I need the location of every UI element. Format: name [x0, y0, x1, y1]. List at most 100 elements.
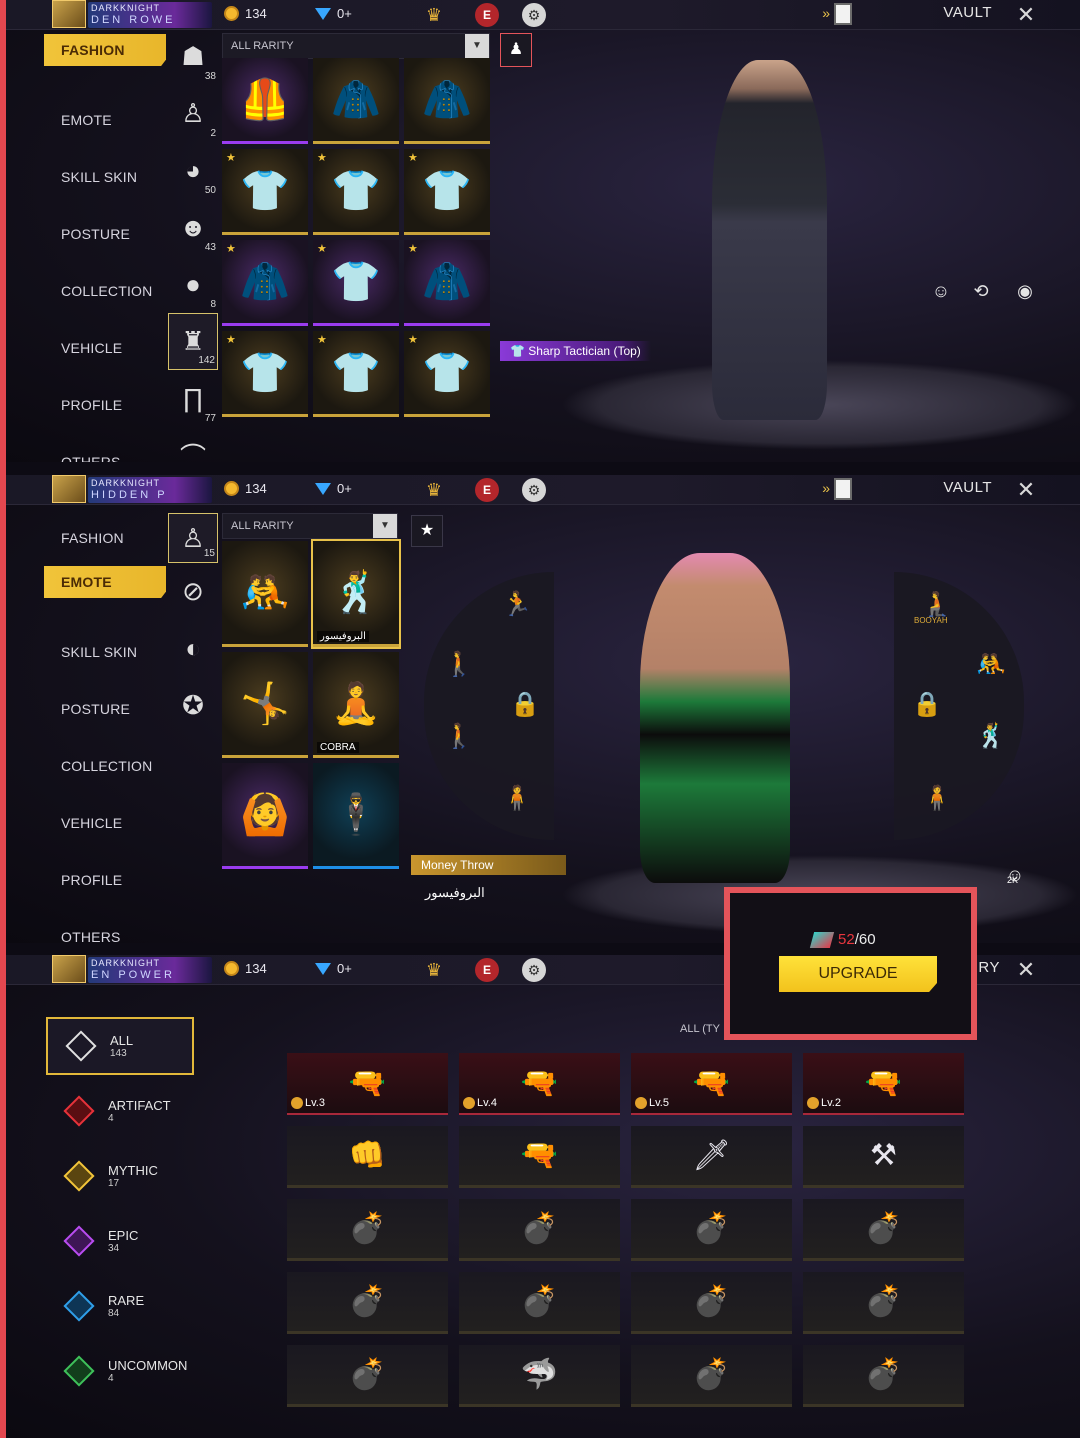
item-cell[interactable]: ★ 👕 — [313, 149, 399, 235]
upgrade-button[interactable]: UPGRADE — [779, 956, 937, 992]
emote-slot-icon[interactable]: 🚶 — [444, 650, 474, 679]
settings-icon[interactable]: ⚙ — [522, 958, 546, 982]
event-icon[interactable]: E — [475, 3, 499, 27]
sidebar-item-collection[interactable]: COLLECTION — [44, 262, 166, 319]
emote-slot-icon[interactable]: 🕺 — [976, 722, 1006, 751]
weapon-cell[interactable]: 💣 — [459, 1199, 620, 1261]
weapon-cell[interactable]: 💣 — [287, 1272, 448, 1334]
player-name-banner[interactable]: DARKKNIGHT HIDDEN P — [88, 477, 212, 503]
outfit-preview-toggle[interactable]: ♟ — [500, 33, 532, 67]
weapon-cell[interactable]: 💣 — [803, 1199, 964, 1261]
sidebar-item-posture[interactable]: POSTURE — [44, 205, 166, 262]
emote-cell[interactable]: 🙆 — [222, 763, 308, 869]
weapon-cell[interactable]: ⚒ — [803, 1126, 964, 1188]
player-name-banner[interactable]: DARKKNIGHT DEN ROWE — [88, 2, 212, 28]
rarity-filter[interactable]: ALL RARITY ▼ — [222, 513, 398, 539]
slot-emote-wheel[interactable]: ◐ — [168, 620, 218, 677]
sidebar-item-profile[interactable]: PROFILE — [44, 851, 166, 908]
weapon-cell[interactable]: 💣 — [287, 1345, 448, 1407]
category-artifact[interactable]: ARTIFACT 4 — [46, 1082, 194, 1140]
character-model[interactable] — [712, 60, 827, 420]
weapon-cell[interactable]: 👊 — [287, 1126, 448, 1188]
slot-suit[interactable]: ♙ 2 — [168, 85, 218, 142]
slot-emote-special[interactable]: ✪ — [168, 677, 218, 734]
sidebar-item-skill-skin[interactable]: SKILL SKIN — [44, 148, 166, 205]
gold-counter[interactable]: 134 — [224, 961, 267, 976]
weapon-cell[interactable]: 💣 — [287, 1199, 448, 1261]
rank-icon[interactable]: ♛ — [422, 958, 446, 982]
rotate-icon[interactable]: ⟲ — [966, 276, 996, 306]
weapon-cell[interactable]: 🗡 — [631, 1126, 792, 1188]
gold-counter[interactable]: 134 — [224, 481, 267, 496]
avatar[interactable] — [52, 955, 86, 983]
event-icon[interactable]: E — [475, 958, 499, 982]
close-icon[interactable]: ✕ — [1012, 477, 1040, 503]
emote-cell[interactable]: 🧘 COBRA — [313, 652, 399, 758]
favorite-filter-button[interactable]: ★ — [411, 515, 443, 547]
sidebar-item-emote[interactable]: EMOTE — [44, 566, 166, 598]
weapon-cell[interactable]: 💣 — [803, 1345, 964, 1407]
weapon-cell[interactable]: 🦈 — [459, 1345, 620, 1407]
sidebar-item-profile[interactable]: PROFILE — [44, 376, 166, 433]
category-mythic[interactable]: MYTHIC 17 — [46, 1147, 194, 1205]
sidebar-item-emote[interactable]: EMOTE — [44, 91, 166, 148]
event-icon[interactable]: E — [475, 478, 499, 502]
rank-icon[interactable]: ♛ — [422, 478, 446, 502]
expand-arrow-icon[interactable]: » — [822, 5, 830, 21]
view-icon[interactable]: ◉ — [1010, 276, 1040, 306]
item-cell[interactable]: ★ 🧥 — [404, 240, 490, 326]
weapon-cell[interactable]: 🔫 — [459, 1126, 620, 1188]
weapon-cell[interactable]: 💣 — [803, 1272, 964, 1334]
pose-icon[interactable]: ☺ — [926, 276, 956, 306]
item-cell[interactable]: ★ 👕 — [313, 240, 399, 326]
close-icon[interactable]: ✕ — [1012, 957, 1040, 983]
diamond-counter[interactable]: 0+ — [315, 961, 352, 976]
item-cell[interactable]: 🧥 — [404, 58, 490, 144]
rarity-filter[interactable]: ALL RARITY ▼ — [222, 33, 490, 59]
weapon-cell[interactable]: 🔫 Lv.5 — [631, 1053, 792, 1115]
gold-counter[interactable]: 134 — [224, 6, 267, 21]
emote-cell-selected[interactable]: 🕺 البروفيسور — [311, 539, 401, 649]
sidebar-item-vehicle[interactable]: VEHICLE — [44, 794, 166, 851]
slot-emote-restricted[interactable]: ⊘ — [168, 563, 218, 620]
emote-slot-icon[interactable]: 🧎 — [922, 590, 952, 619]
weapon-cell[interactable]: 💣 — [631, 1272, 792, 1334]
weapon-cell[interactable]: 💣 — [459, 1272, 620, 1334]
item-cell[interactable]: ★ 👕 — [222, 149, 308, 235]
slot-top[interactable]: ♜ 142 — [168, 313, 218, 370]
weapon-cell[interactable]: 💣 — [631, 1345, 792, 1407]
item-cell[interactable]: ★ 🧥 — [222, 240, 308, 326]
sidebar-item-vehicle[interactable]: VEHICLE — [44, 319, 166, 376]
type-filter-label[interactable]: ALL (TY — [680, 1023, 720, 1035]
sidebar-item-fashion[interactable]: FASHION — [44, 509, 166, 566]
sidebar-item-skill-skin[interactable]: SKILL SKIN — [44, 623, 166, 680]
slot-mask[interactable]: ◕ 50 — [168, 142, 218, 199]
settings-icon[interactable]: ⚙ — [522, 478, 546, 502]
slot-all[interactable]: ☗ 38 — [168, 28, 218, 85]
player-name-banner[interactable]: DARKKNIGHT EN POWER — [88, 957, 212, 983]
weapon-cell[interactable]: 🔫 Lv.3 — [287, 1053, 448, 1115]
category-epic[interactable]: EPIC 34 — [46, 1212, 194, 1270]
slot-head[interactable]: ● 8 — [168, 256, 218, 313]
item-cell[interactable]: ★ 👕 — [404, 149, 490, 235]
sidebar-item-collection[interactable]: COLLECTION — [44, 737, 166, 794]
sidebar-item-others[interactable]: OTHERS — [44, 908, 166, 944]
avatar[interactable] — [52, 0, 86, 28]
slot-shoes[interactable]: ⌒62 — [168, 427, 218, 462]
item-cell[interactable]: 🧥 — [313, 58, 399, 144]
emote-slot-icon[interactable]: 🤼 — [976, 650, 1006, 679]
category-all[interactable]: ALL 143 — [46, 1017, 194, 1075]
character-model[interactable] — [640, 553, 790, 883]
sidebar-item-others[interactable]: OTHERS — [44, 433, 166, 463]
emote-slot-icon[interactable]: 🏃 — [502, 590, 532, 619]
weapon-cell[interactable]: 🔫 Lv.4 — [459, 1053, 620, 1115]
diamond-counter[interactable]: 0+ — [315, 481, 352, 496]
emote-slot-icon[interactable]: 🧍 — [922, 784, 952, 813]
rank-icon[interactable]: ♛ — [422, 3, 446, 27]
slot-bottom[interactable]: ∏ 77 — [168, 370, 218, 427]
item-cell[interactable]: 🦺 — [222, 58, 308, 144]
chevron-down-icon[interactable]: ▼ — [373, 514, 397, 538]
weapon-cell[interactable]: 🔫 Lv.2 — [803, 1053, 964, 1115]
chevron-down-icon[interactable]: ▼ — [465, 34, 489, 58]
weapon-cell[interactable]: 💣 — [631, 1199, 792, 1261]
